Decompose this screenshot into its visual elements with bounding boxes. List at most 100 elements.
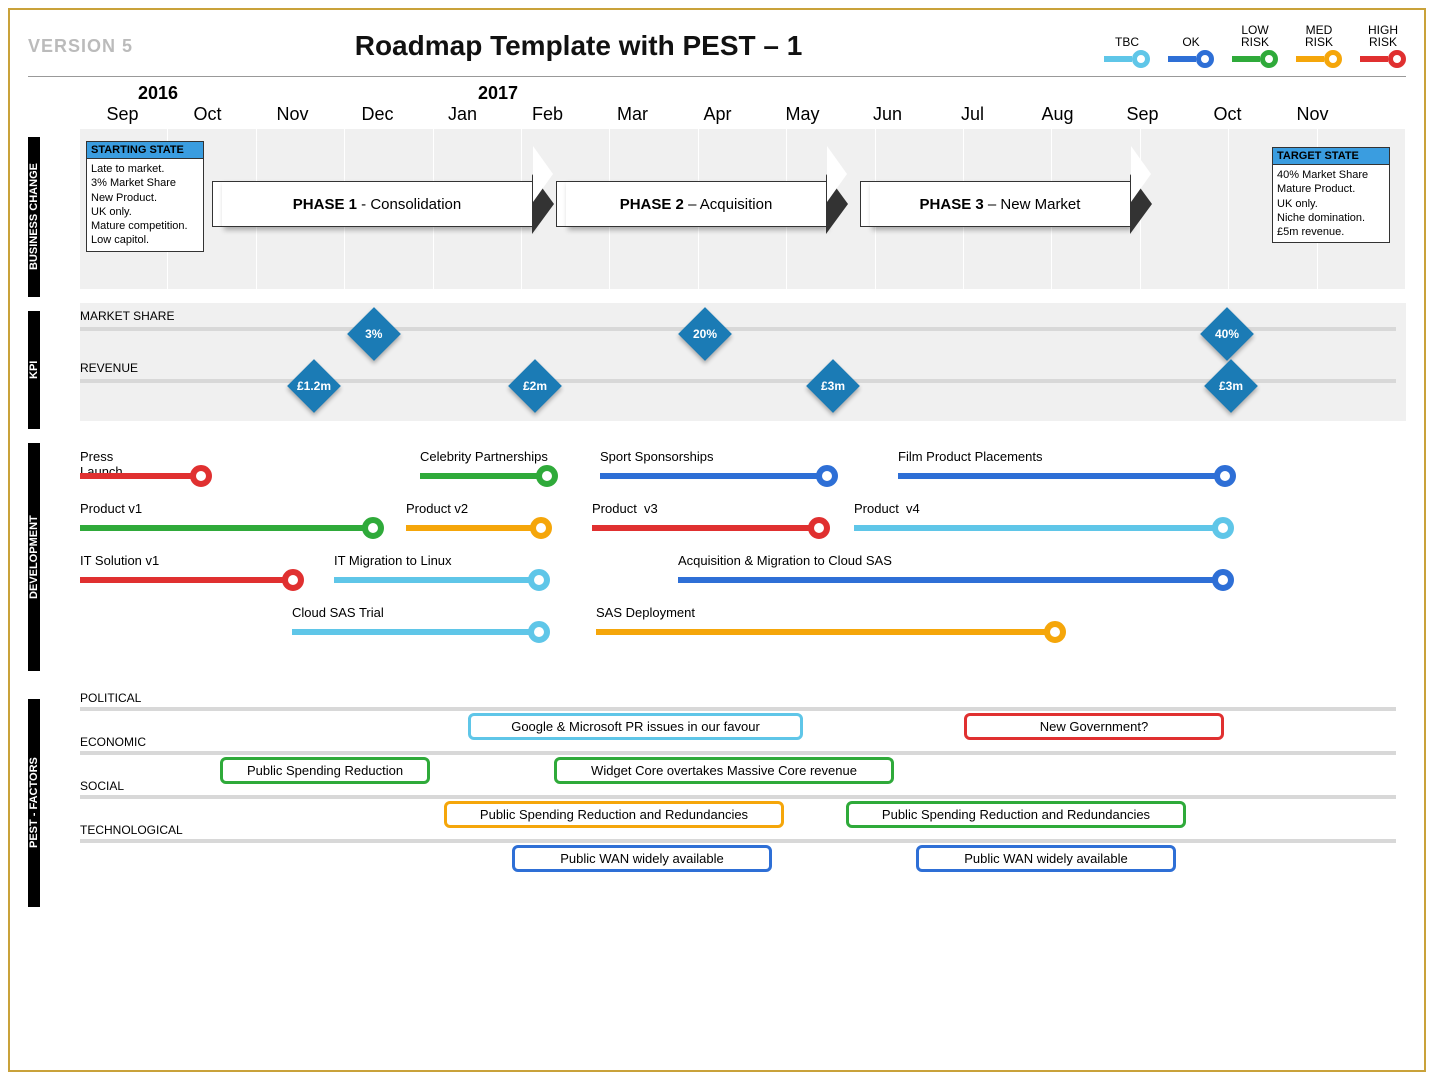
month-Dec: Dec	[335, 104, 420, 125]
kpi-diamond: £1.2m	[287, 359, 341, 413]
kpi-value: 40%	[1215, 327, 1239, 341]
dev-task-label: Product v1	[80, 501, 142, 516]
phase-2: PHASE 2 – Acquisition	[556, 181, 848, 227]
month-Jun: Jun	[845, 104, 930, 125]
page-title: Roadmap Template with PEST – 1	[53, 30, 1104, 62]
year-2016: 2016	[138, 83, 223, 104]
body: BUSINESS CHANGE KPI DEVELOPMENT PEST - F…	[28, 83, 1406, 921]
month-Nov: Nov	[250, 104, 335, 125]
legend-swatch	[1232, 50, 1278, 68]
task-end-ring	[1212, 569, 1234, 591]
legend-ok: OK	[1168, 36, 1214, 68]
kpi-value: £3m	[1219, 379, 1243, 393]
task-end-ring	[528, 569, 550, 591]
task-end-ring	[282, 569, 304, 591]
month-Sep: Sep	[1100, 104, 1185, 125]
dev-task-label: Acquisition & Migration to Cloud SAS	[678, 553, 892, 568]
dev-task-bar	[600, 473, 828, 479]
section-development: DEVELOPMENT	[28, 443, 40, 671]
month-Mar: Mar	[590, 104, 675, 125]
target-state-card: TARGET STATE 40% Market Share Mature Pro…	[1272, 147, 1390, 243]
dev-task-bar	[80, 577, 294, 583]
month-Oct: Oct	[165, 104, 250, 125]
legend-tbc: TBC	[1104, 36, 1150, 68]
dev-task-bar	[420, 473, 548, 479]
dev-task-label: IT Solution v1	[80, 553, 159, 568]
kpi-diamond: 20%	[678, 307, 732, 361]
kpi-diamond: £3m	[1204, 359, 1258, 413]
header: VERSION 5 Roadmap Template with PEST – 1…	[28, 20, 1406, 77]
legend-label: TBC	[1115, 36, 1139, 48]
roadmap-page: VERSION 5 Roadmap Template with PEST – 1…	[8, 8, 1426, 1072]
dev-task-bar	[678, 577, 1224, 583]
kpi-value: £1.2m	[297, 379, 331, 393]
dev-task-label: Product v4	[854, 501, 920, 516]
month-row: SepOctNovDecJanFebMarAprMayJunJulAugSepO…	[80, 104, 1406, 125]
phase-1: PHASE 1 - Consolidation	[212, 181, 554, 227]
year-2017: 2017	[478, 83, 563, 104]
kpi-diamond: 40%	[1200, 307, 1254, 361]
pest-factor-box: Public WAN widely available	[916, 845, 1176, 872]
timeline-area: 2016 2017 SepOctNovDecJanFebMarAprMayJun…	[80, 83, 1406, 921]
pest-label: SOCIAL	[80, 779, 124, 793]
dev-task-bar	[406, 525, 542, 531]
legend-swatch	[1104, 50, 1150, 68]
legend-swatch	[1168, 50, 1214, 68]
legend: TBC OK LOW RISK MED RISK HIGH RISK	[1104, 24, 1406, 68]
kpi-block: MARKET SHARE3%20%40%REVENUE£1.2m£2m£3m£3…	[80, 303, 1406, 421]
dev-task-label: Product v2	[406, 501, 468, 516]
dev-task-label: SAS Deployment	[596, 605, 695, 620]
task-end-ring	[190, 465, 212, 487]
dev-row: IT Solution v1 IT Migration to Linux Acqui…	[80, 547, 1406, 599]
legend-high-risk: HIGH RISK	[1360, 24, 1406, 68]
legend-label: HIGH RISK	[1368, 24, 1398, 48]
pest-label: ECONOMIC	[80, 735, 146, 749]
dev-task-bar	[854, 525, 1224, 531]
development-block: Press LaunchCelebrity PartnershipsSport …	[80, 435, 1406, 663]
dev-task-label: IT Migration to Linux	[334, 553, 452, 568]
dev-task-bar	[292, 629, 540, 635]
kpi-row-market-share: MARKET SHARE3%20%40%	[80, 309, 1406, 347]
month-Jan: Jan	[420, 104, 505, 125]
target-state-body: 40% Market Share Mature Product. UK only…	[1273, 165, 1389, 242]
target-state-title: TARGET STATE	[1273, 148, 1389, 165]
starting-state-card: STARTING STATE Late to market. 3% Market…	[86, 141, 204, 252]
starting-state-body: Late to market. 3% Market Share New Prod…	[87, 159, 203, 251]
phase-3: PHASE 3 – New Market	[860, 181, 1152, 227]
dev-task-bar	[80, 473, 202, 479]
legend-label: MED RISK	[1305, 24, 1333, 48]
legend-swatch	[1296, 50, 1342, 68]
month-Nov: Nov	[1270, 104, 1355, 125]
dev-task-label: Celebrity Partnerships	[420, 449, 548, 464]
kpi-value: £2m	[523, 379, 547, 393]
task-end-ring	[1212, 517, 1234, 539]
section-kpi: KPI	[28, 311, 40, 429]
kpi-value: 20%	[693, 327, 717, 341]
month-Jul: Jul	[930, 104, 1015, 125]
pest-factor-box: Public WAN widely available	[512, 845, 772, 872]
task-end-ring	[808, 517, 830, 539]
task-end-ring	[1214, 465, 1236, 487]
section-labels: BUSINESS CHANGE KPI DEVELOPMENT PEST - F…	[28, 137, 68, 921]
month-Aug: Aug	[1015, 104, 1100, 125]
dev-task-label: Product v3	[592, 501, 658, 516]
kpi-diamond: 3%	[347, 307, 401, 361]
pest-label: POLITICAL	[80, 691, 141, 705]
kpi-row-revenue: REVENUE£1.2m£2m£3m£3m	[80, 361, 1406, 399]
pest-row-social: SOCIALPublic Spending Reduction and Redu…	[80, 779, 1406, 823]
legend-label: LOW RISK	[1241, 24, 1269, 48]
month-May: May	[760, 104, 845, 125]
dev-task-bar	[334, 577, 540, 583]
dev-task-label: Sport Sponsorships	[600, 449, 713, 464]
month-Apr: Apr	[675, 104, 760, 125]
dev-task-bar	[80, 525, 374, 531]
kpi-label: REVENUE	[80, 361, 138, 375]
kpi-diamond: £3m	[806, 359, 860, 413]
dev-task-bar	[898, 473, 1226, 479]
month-Feb: Feb	[505, 104, 590, 125]
legend-med-risk: MED RISK	[1296, 24, 1342, 68]
task-end-ring	[1044, 621, 1066, 643]
starting-state-title: STARTING STATE	[87, 142, 203, 159]
section-pest: PEST - FACTORS	[28, 699, 40, 907]
kpi-diamond: £2m	[508, 359, 562, 413]
